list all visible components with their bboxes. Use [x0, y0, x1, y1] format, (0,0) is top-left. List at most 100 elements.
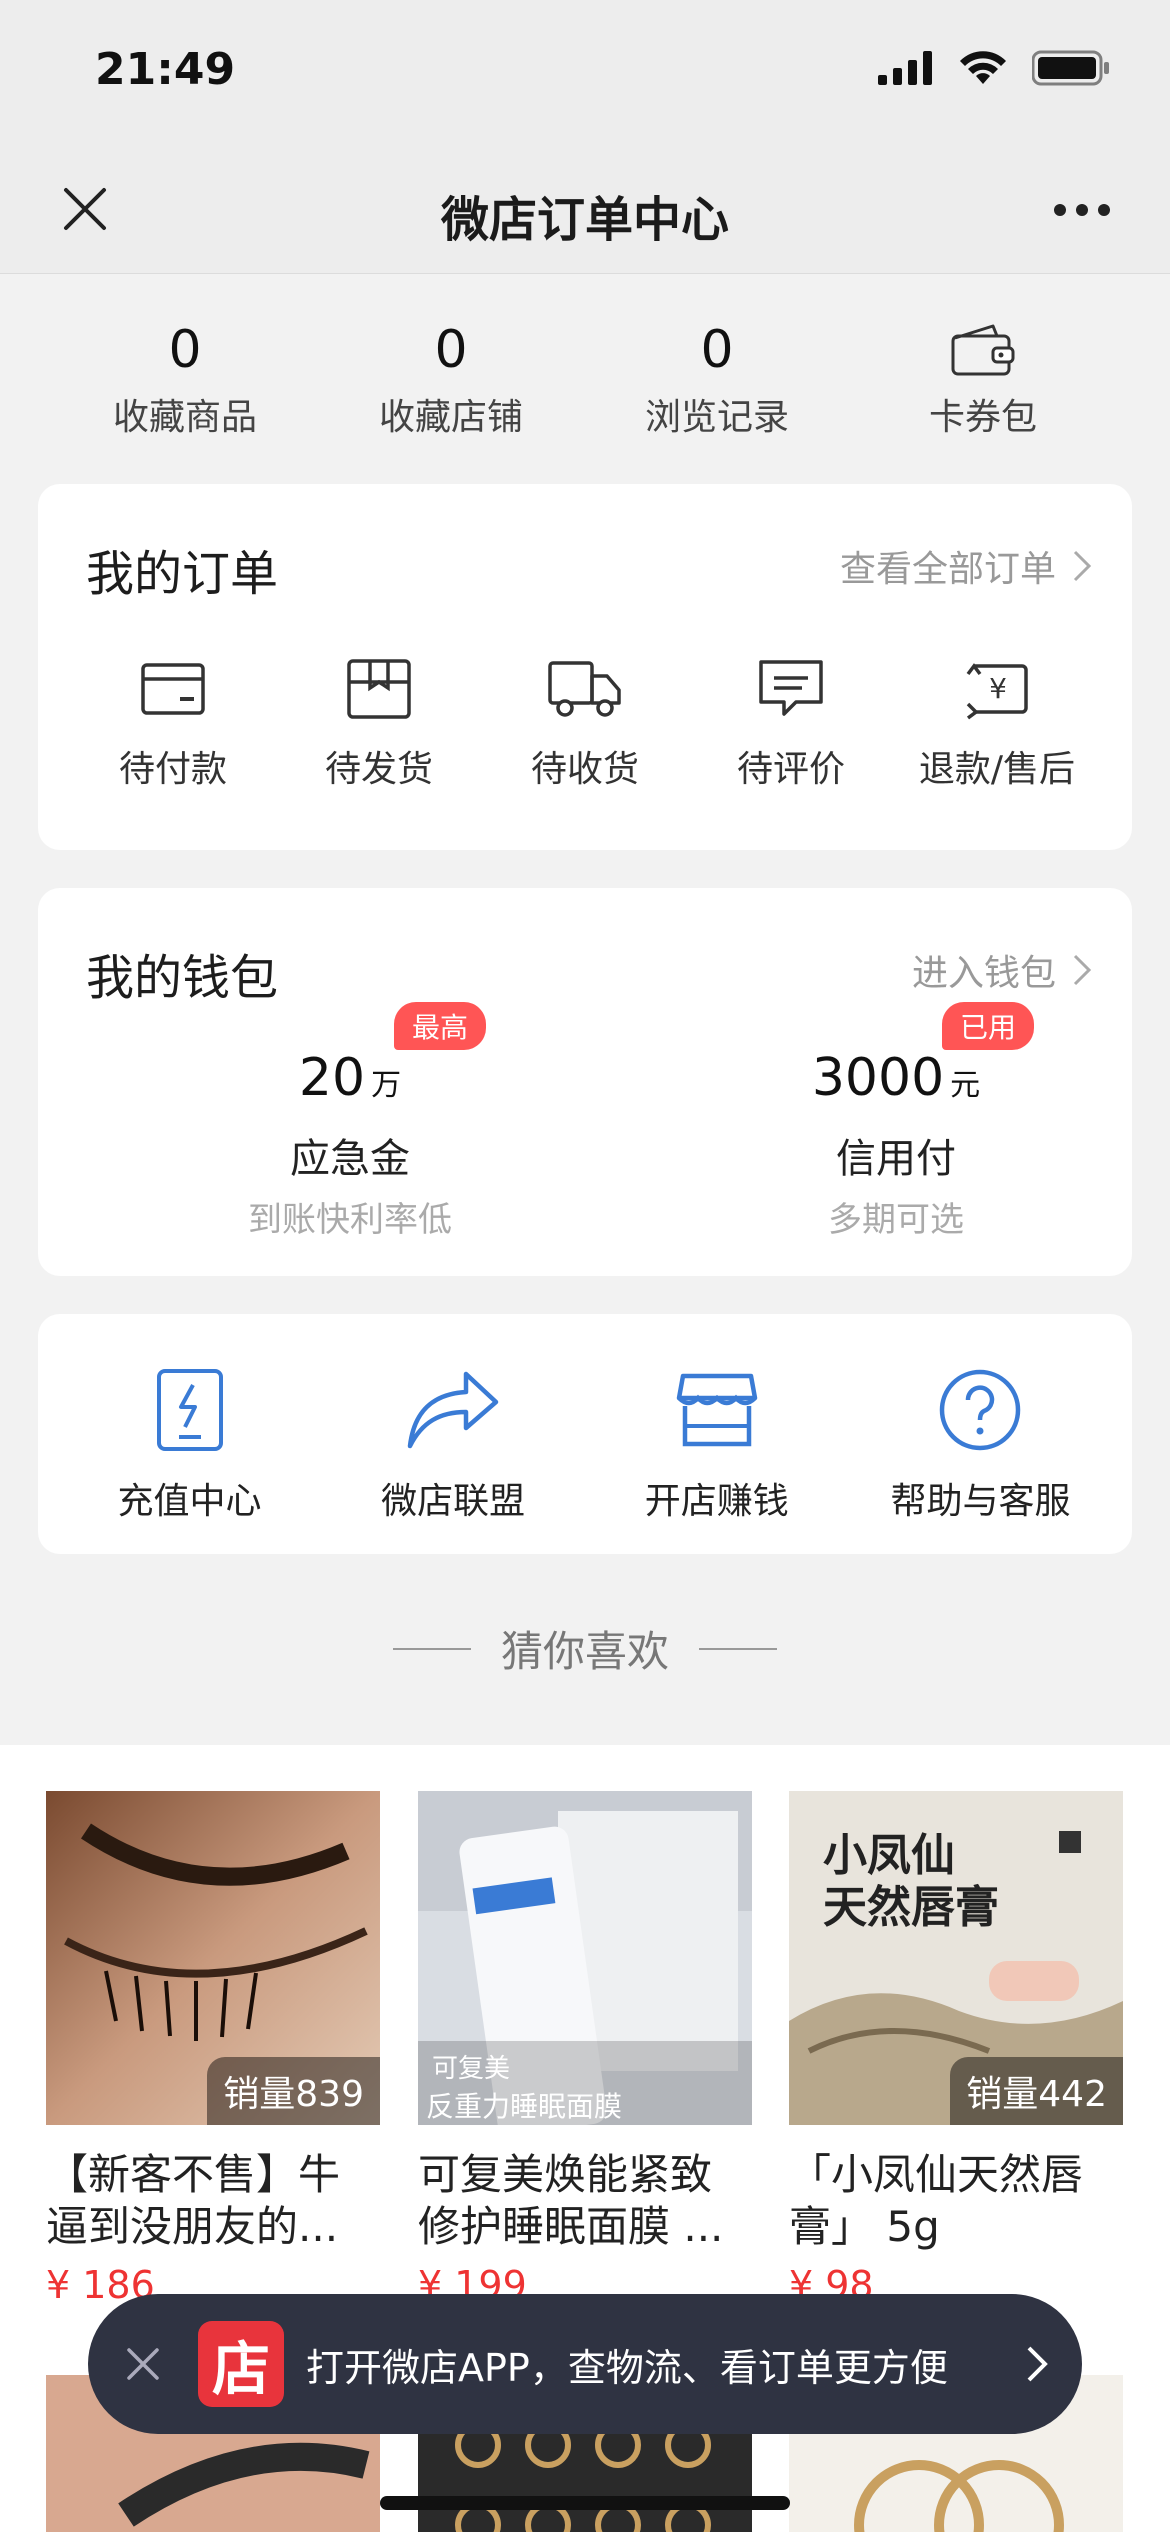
truck-icon	[490, 654, 680, 724]
stat-favorite-shops[interactable]: 0 收藏店铺	[318, 318, 584, 448]
stats-row: 0 收藏商品 0 收藏店铺 0 浏览记录 卡券包	[0, 318, 1170, 448]
product-title: 【新客不售】牛逼到没朋友的...	[46, 2150, 341, 2251]
box-icon	[284, 654, 474, 724]
emergency-sub: 到账快利率低	[248, 1200, 452, 1240]
service-label: 帮助与客服	[890, 1481, 1071, 1522]
order-status-row: 待付款 待发货 待收货 待评价 ¥ 退款/售后	[78, 654, 1092, 792]
amount-value: 3000	[811, 1048, 945, 1108]
card-icon	[78, 654, 268, 724]
service-help[interactable]: 帮助与客服	[849, 1362, 1112, 1524]
battery-icon	[1032, 50, 1109, 86]
stat-browse-history[interactable]: 0 浏览记录	[584, 318, 850, 448]
product-image: 小凤仙 天然唇膏 销量442	[789, 1791, 1123, 2125]
guess-title: 猜你喜欢	[500, 1627, 669, 1676]
open-app-banner[interactable]: 店 打开微店APP，查物流、看订单更方便	[88, 2294, 1082, 2434]
orders-title: 我的订单	[86, 546, 279, 602]
sales-badge: 销量839	[207, 2057, 380, 2125]
divider-line	[392, 1647, 471, 1650]
stat-value: 0	[168, 320, 202, 380]
credit-sub: 多期可选	[828, 1200, 964, 1240]
status-time: 21:49	[95, 44, 236, 95]
product-card[interactable]: 可复美 反重力睡眠面膜 可复美焕能紧致修护睡眠面膜 ... ¥ 199	[418, 1791, 752, 2307]
emergency-fund[interactable]: 最高 20 万 应急金 到账快利率低	[150, 1002, 550, 1241]
product-image: 可复美 反重力睡眠面膜	[418, 1791, 752, 2125]
order-label: 待发货	[324, 749, 433, 790]
stat-label: 收藏商品	[112, 397, 257, 438]
emergency-name: 应急金	[290, 1136, 410, 1182]
enter-wallet-link[interactable]: 进入钱包	[912, 944, 1092, 996]
order-refund[interactable]: ¥ 退款/售后	[902, 654, 1092, 792]
amount-unit: 万	[371, 1068, 402, 1103]
more-dot-icon	[1076, 204, 1088, 216]
banner-text: 打开微店APP，查物流、看订单更方便	[306, 2345, 948, 2390]
stat-value: 0	[434, 320, 468, 380]
badge-max: 最高	[394, 1002, 487, 1050]
recharge-icon	[58, 1362, 321, 1458]
chevron-right-icon	[1073, 550, 1092, 582]
more-dot-icon	[1098, 204, 1110, 216]
product-card[interactable]: 销量839 【新客不售】牛逼到没朋友的... ¥ 186	[46, 1791, 380, 2307]
stat-favorite-products[interactable]: 0 收藏商品	[52, 318, 318, 448]
emergency-amount: 20 万	[150, 1048, 550, 1108]
view-all-orders-label: 查看全部订单	[839, 549, 1056, 590]
order-pending-receipt[interactable]: 待收货	[490, 654, 680, 792]
product-image-caption-2: 反重力睡眠面膜	[426, 2090, 623, 2123]
divider-line	[699, 1647, 777, 1650]
product-image: 销量839	[46, 1791, 380, 2125]
stat-value: 0	[700, 320, 734, 380]
wallet-card: 我的钱包 进入钱包 最高 20 万 应急金 到账快利率低 已用 3000 元 信用付…	[38, 888, 1132, 1276]
order-pending-payment[interactable]: 待付款	[78, 654, 268, 792]
home-indicator[interactable]	[380, 2496, 790, 2510]
share-icon	[322, 1362, 585, 1458]
order-label: 待评价	[736, 749, 845, 790]
product-image-caption-1: 可复美	[432, 2054, 511, 2084]
credit-amount: 3000 元	[696, 1048, 1096, 1108]
product-title: 「小凤仙天然唇膏」 5g	[789, 2150, 1084, 2251]
product-card[interactable]: 小凤仙 天然唇膏 销量442 「小凤仙天然唇膏」 5g ¥ 98	[789, 1791, 1123, 2307]
nav-bar: 微店订单中心	[0, 140, 1170, 274]
stat-coupon-wallet[interactable]: 卡券包	[850, 318, 1116, 448]
service-alliance[interactable]: 微店联盟	[322, 1362, 585, 1524]
service-label: 开店赚钱	[644, 1481, 789, 1522]
badge-used: 已用	[942, 1002, 1035, 1050]
order-pending-shipment[interactable]: 待发货	[284, 654, 474, 792]
credit-name: 信用付	[836, 1136, 956, 1182]
wifi-icon	[960, 51, 1006, 84]
refund-icon: ¥	[902, 654, 1092, 724]
signal-icon	[878, 51, 932, 85]
service-label: 充值中心	[117, 1481, 262, 1522]
service-open-store[interactable]: 开店赚钱	[585, 1362, 848, 1524]
order-pending-review[interactable]: 待评价	[696, 654, 886, 792]
status-icons	[878, 50, 1110, 86]
store-icon	[585, 1362, 848, 1458]
guess-you-like-header: 猜你喜欢	[0, 1618, 1170, 1679]
wallet-title: 我的钱包	[86, 950, 279, 1006]
product-image-caption-2: 天然唇膏	[823, 1882, 999, 1933]
help-icon	[849, 1362, 1112, 1458]
weidian-logo: 店	[198, 2321, 284, 2407]
wallet-icon	[850, 318, 1116, 382]
amount-unit: 元	[950, 1068, 981, 1103]
credit-pay[interactable]: 已用 3000 元 信用付 多期可选	[696, 1002, 1096, 1241]
comment-icon	[696, 654, 886, 724]
more-dot-icon	[1054, 204, 1066, 216]
order-label: 退款/售后	[918, 749, 1076, 790]
sales-badge: 销量442	[950, 2057, 1123, 2125]
page-title: 微店订单中心	[440, 192, 729, 248]
amount-value: 20	[298, 1048, 366, 1108]
banner-close-button[interactable]	[88, 2294, 198, 2434]
stat-label: 卡券包	[928, 397, 1037, 438]
view-all-orders-link[interactable]: 查看全部订单	[840, 540, 1092, 592]
enter-wallet-label: 进入钱包	[911, 953, 1056, 994]
chevron-right-icon	[1027, 2346, 1048, 2382]
status-bar: 21:49	[0, 0, 1170, 140]
services-card: 充值中心 微店联盟 开店赚钱 帮助与客服	[38, 1314, 1132, 1554]
svg-text:¥: ¥	[989, 672, 1007, 705]
service-recharge[interactable]: 充值中心	[58, 1362, 321, 1524]
banner-chevron[interactable]	[992, 2345, 1082, 2383]
more-button[interactable]	[1042, 180, 1122, 240]
product-title: 可复美焕能紧致修护睡眠面膜 ...	[418, 2150, 724, 2251]
order-label: 待收货	[530, 749, 639, 790]
order-label: 待付款	[118, 749, 227, 790]
close-icon	[127, 2348, 159, 2380]
